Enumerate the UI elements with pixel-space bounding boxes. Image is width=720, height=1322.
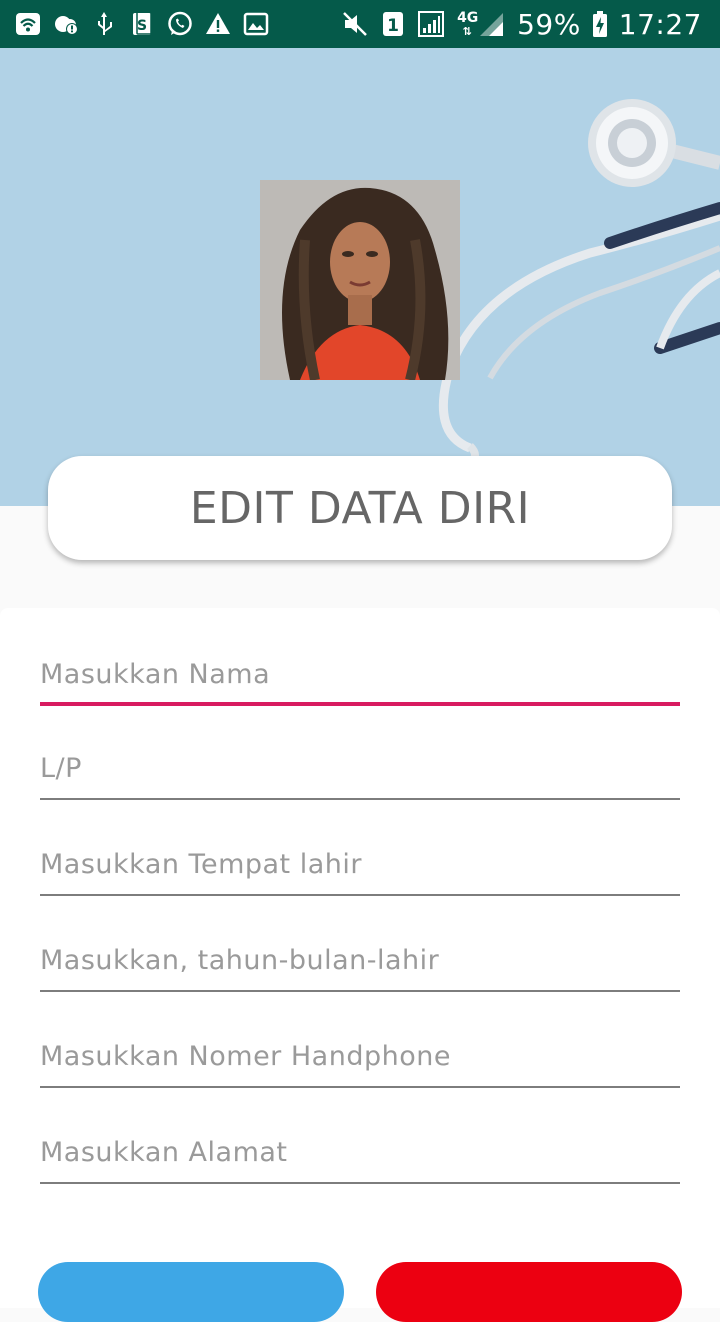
birthplace-field xyxy=(40,844,680,896)
save-button[interactable] xyxy=(38,1262,344,1322)
phone-underline xyxy=(40,1086,680,1088)
birthdate-underline xyxy=(40,990,680,992)
address-underline xyxy=(40,1182,680,1184)
page-title-card: EDIT DATA DIRI xyxy=(48,456,672,560)
battery-percent: 59% xyxy=(517,7,581,41)
clock: 17:27 xyxy=(618,7,702,41)
name-input[interactable] xyxy=(40,654,680,694)
svg-text:1: 1 xyxy=(387,16,399,36)
system-indicators: 1 4G ⇅ 59% 17:27 xyxy=(341,0,702,48)
phone-input[interactable] xyxy=(40,1036,680,1076)
birthdate-field xyxy=(40,940,680,992)
cancel-button[interactable] xyxy=(376,1262,682,1322)
name-underline xyxy=(40,702,680,706)
status-bar: S 1 4G ⇅ 59% 17:27 xyxy=(0,0,720,48)
name-field xyxy=(40,654,680,706)
page-title: EDIT DATA DIRI xyxy=(189,482,531,534)
notification-icons: S xyxy=(14,0,270,48)
sim-1-icon: 1 xyxy=(379,10,407,38)
vibrate-off-icon xyxy=(341,10,369,38)
gallery-icon xyxy=(242,10,270,38)
signal-icon xyxy=(417,10,445,38)
signal-4g-icon: 4G ⇅ xyxy=(455,10,507,38)
svg-text:S: S xyxy=(137,18,147,34)
gender-field xyxy=(40,748,680,800)
whatsapp-icon xyxy=(166,10,194,38)
cloud-alert-icon xyxy=(52,10,80,38)
gender-underline xyxy=(40,798,680,800)
birthplace-input[interactable] xyxy=(40,844,680,884)
profile-photo[interactable] xyxy=(260,180,460,380)
usb-icon xyxy=(90,10,118,38)
warning-icon xyxy=(204,10,232,38)
address-input[interactable] xyxy=(40,1132,680,1172)
birthdate-input[interactable] xyxy=(40,940,680,980)
battery-charging-icon xyxy=(591,10,609,38)
phone-field xyxy=(40,1036,680,1088)
address-field xyxy=(40,1132,680,1184)
birthplace-underline xyxy=(40,894,680,896)
profile-header xyxy=(0,48,720,506)
network-type-label: 4G xyxy=(457,9,479,26)
sync-app-icon: S xyxy=(128,10,156,38)
gender-input[interactable] xyxy=(40,748,680,788)
wifi-icon xyxy=(14,10,42,38)
